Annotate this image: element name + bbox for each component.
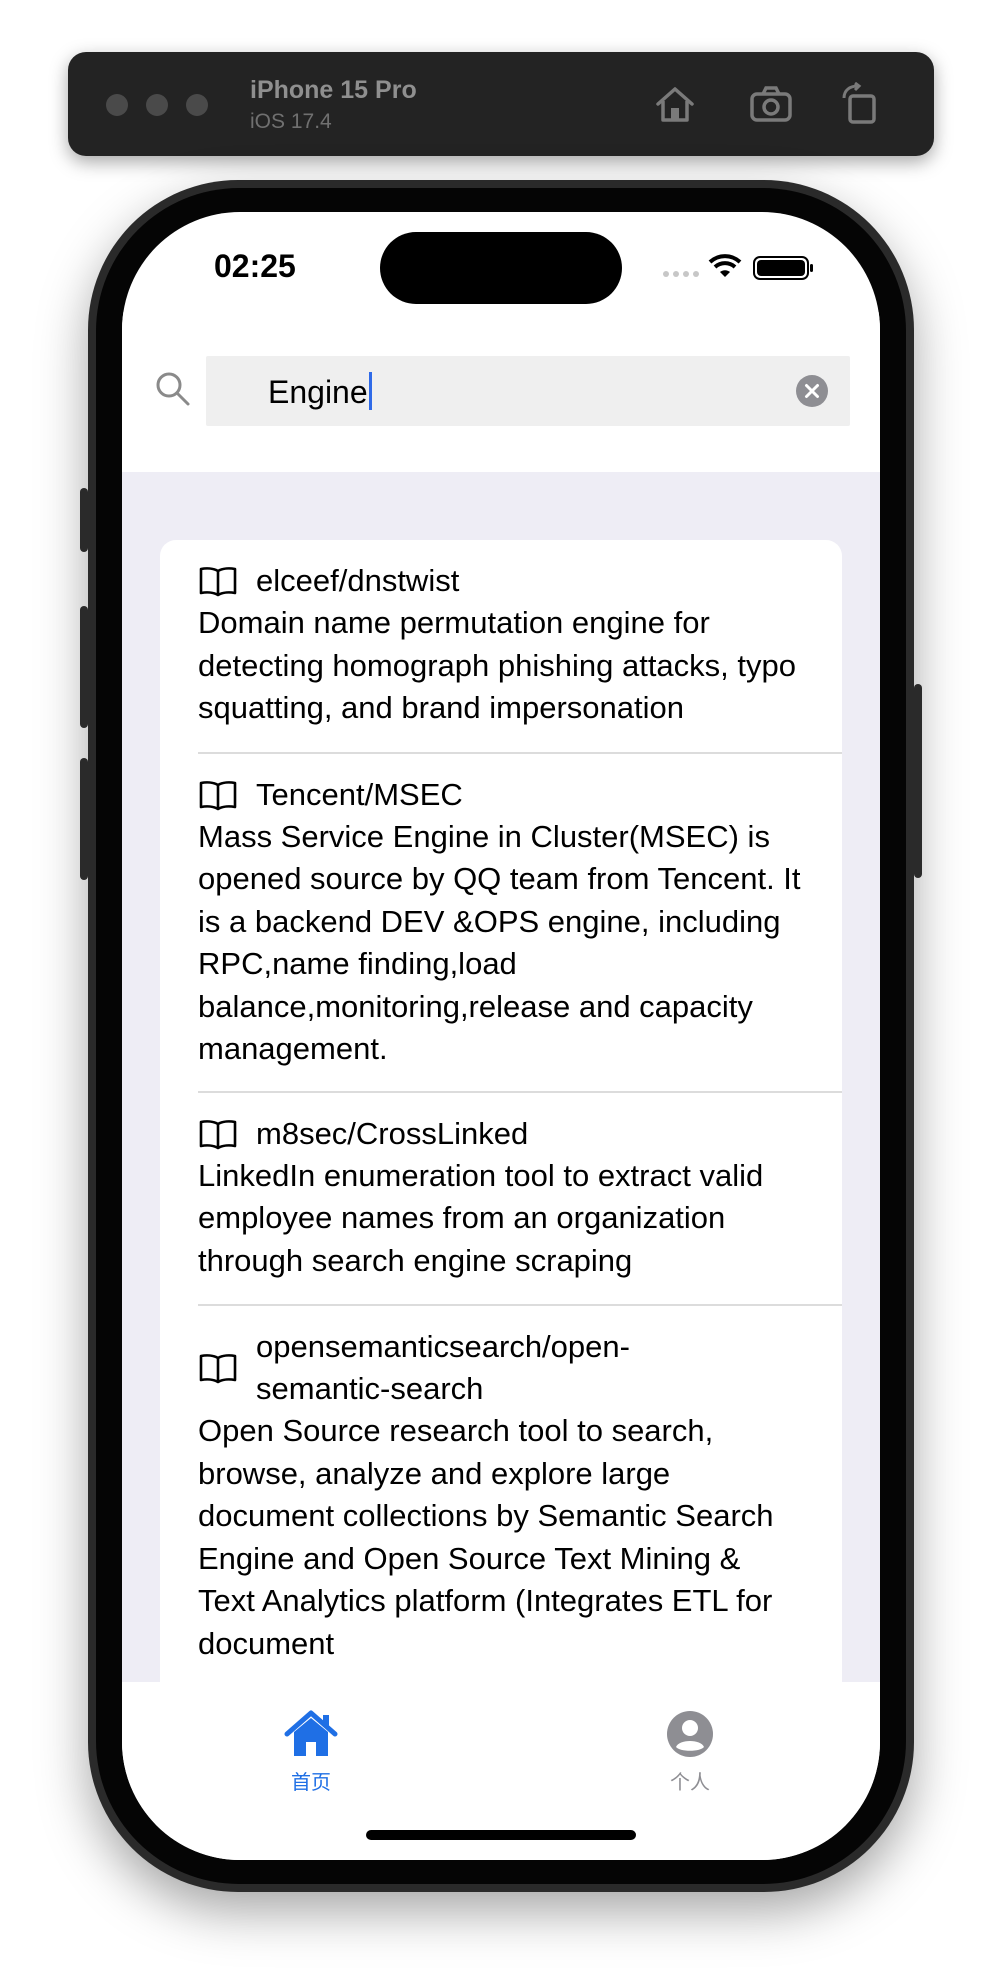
dynamic-island [380,232,622,304]
tab-bar: 首页 个人 [122,1682,880,1860]
book-icon [199,1119,237,1149]
app-screen: 02:25 Engine elceef/dnstwist Domain name… [122,212,880,1860]
repo-name: Tencent/MSEC [256,776,463,812]
close-window-button[interactable] [106,94,128,116]
home-indicator [366,1830,636,1840]
simulator-device-name: iPhone 15 Pro [250,76,417,104]
power-button [914,684,922,878]
repo-name: opensemanticsearch/open-semantic-search [256,1329,630,1406]
book-icon [199,1354,237,1384]
results-scroll-area[interactable]: elceef/dnstwist Domain name permutation … [122,472,880,1682]
simulator-toolbar: iPhone 15 Pro iOS 17.4 [68,52,934,156]
minimize-window-button[interactable] [146,94,168,116]
status-indicators [663,254,813,280]
volume-down-button [80,758,88,880]
search-query-text: Engine [268,374,368,410]
tab-profile[interactable]: 个人 [630,1708,750,1795]
house-icon [284,1710,338,1756]
search-header: Engine [122,312,880,472]
clear-search-icon[interactable] [796,375,828,407]
list-item[interactable]: opensemanticsearch/open-semantic-search … [198,1306,842,1682]
repo-description: Domain name permutation engine for detec… [198,605,796,725]
status-time: 02:25 [214,248,296,284]
list-item[interactable]: m8sec/CrossLinked LinkedIn enumeration t… [198,1093,842,1306]
cellular-signal-icon [663,271,699,277]
book-icon [199,567,237,597]
simulator-os-version: iOS 17.4 [250,110,332,133]
tab-home-label: 首页 [291,1772,331,1794]
person-icon [667,1711,713,1757]
search-input[interactable]: Engine [206,356,850,426]
zoom-window-button[interactable] [186,94,208,116]
battery-icon [753,256,813,280]
wifi-icon [708,254,742,277]
repo-description: Open Source research tool to search, bro… [198,1413,774,1661]
list-item[interactable]: Tencent/MSEC Mass Service Engine in Clus… [198,754,842,1093]
repo-name: elceef/dnstwist [256,563,460,598]
tab-profile-label: 个人 [670,1772,710,1794]
book-icon [199,780,237,810]
repo-description: Mass Service Engine in Cluster(MSEC) is … [198,818,801,1067]
repo-description: LinkedIn enumeration tool to extract val… [198,1157,764,1278]
list-item[interactable]: elceef/dnstwist Domain name permutation … [198,540,842,754]
results-card: elceef/dnstwist Domain name permutation … [160,540,842,1682]
search-icon [156,372,190,406]
rotate-icon[interactable] [838,82,884,126]
repo-name: m8sec/CrossLinked [256,1115,529,1151]
volume-up-button [80,606,88,728]
home-icon[interactable] [652,82,698,126]
action-button [80,488,88,552]
text-cursor [368,372,372,410]
tab-home[interactable]: 首页 [251,1708,371,1795]
screenshot-icon[interactable] [748,82,794,126]
